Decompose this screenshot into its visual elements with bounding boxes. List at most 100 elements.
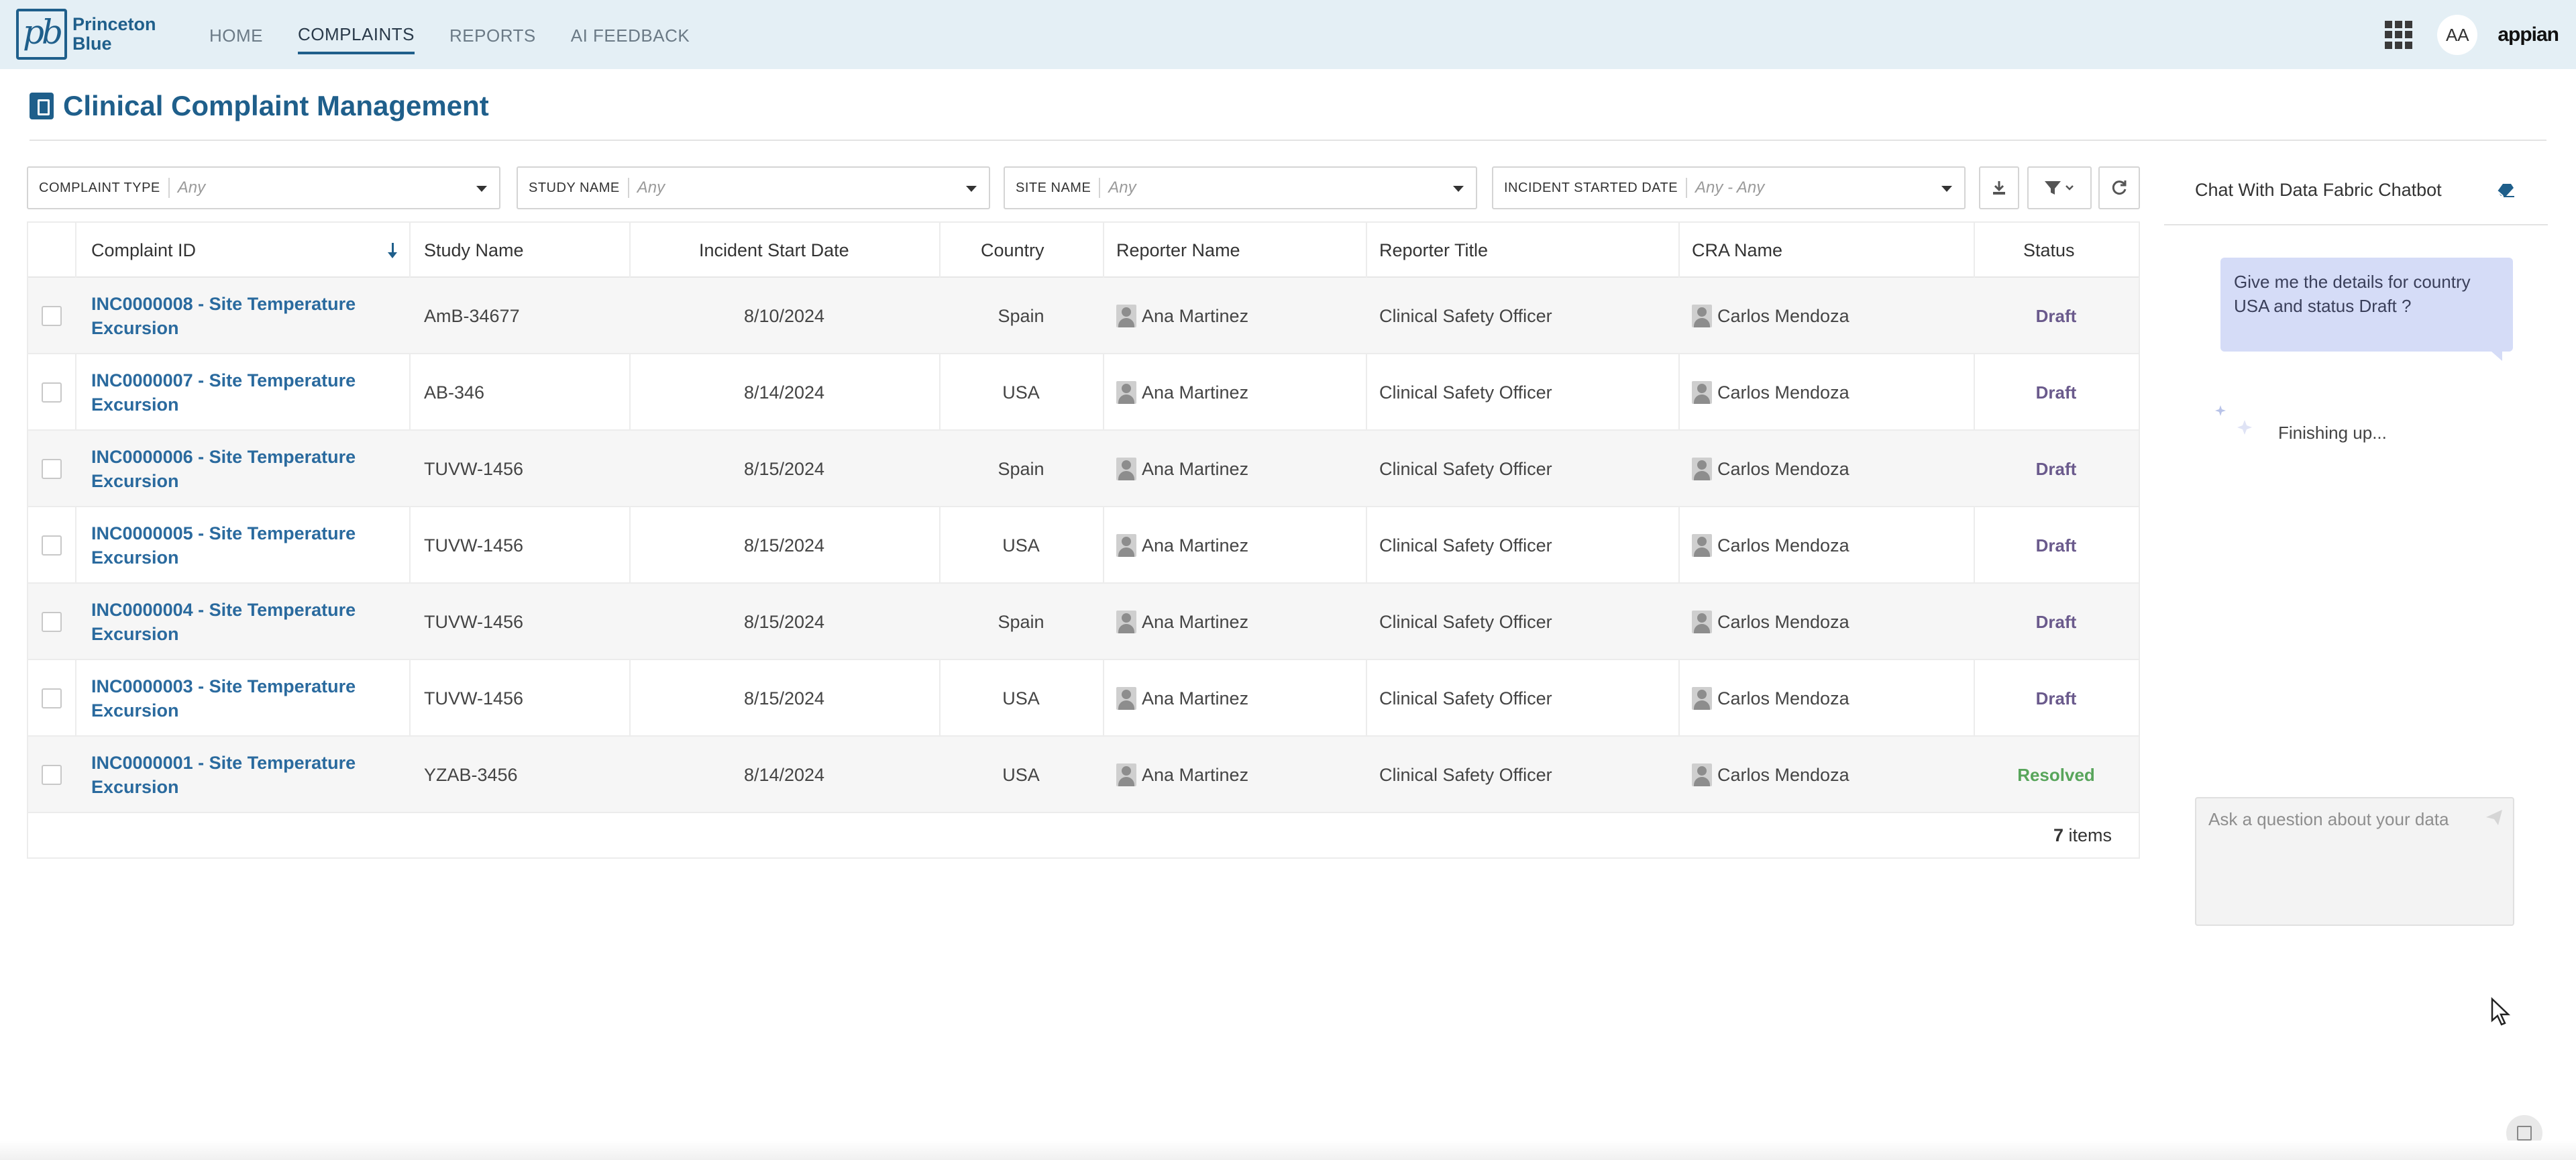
reporter-name: Ana Martinez (1142, 688, 1249, 708)
complaint-id-line2[interactable]: Excursion (91, 775, 356, 799)
reporter-name-cell: Ana Martinez (1116, 431, 1248, 507)
complaint-id-line1[interactable]: INC0000007 - Site Temperature (91, 368, 356, 392)
complaint-id-line1[interactable]: INC0000008 - Site Temperature (91, 292, 356, 316)
complaints-table: Complaint ID Study Name Incident Start D… (27, 221, 2140, 859)
user-icon (1116, 381, 1136, 404)
nav-reports[interactable]: REPORTS (449, 16, 536, 53)
reporter-name-cell: Ana Martinez (1116, 354, 1248, 431)
complaint-id-line1[interactable]: INC0000005 - Site Temperature (91, 521, 356, 545)
row-checkbox[interactable] (42, 765, 62, 785)
col-study-name[interactable]: Study Name (424, 223, 524, 278)
user-icon (1116, 763, 1136, 786)
cra-name: Carlos Mendoza (1717, 382, 1849, 403)
country-cell: USA (1002, 764, 1040, 785)
complaint-id-line1[interactable]: INC0000004 - Site Temperature (91, 598, 356, 622)
eraser-icon[interactable] (2497, 182, 2514, 197)
table-row: INC0000004 - Site Temperature Excursion T… (28, 584, 2139, 660)
complaint-id-line1[interactable]: INC0000006 - Site Temperature (91, 445, 356, 469)
reporter-name-cell: Ana Martinez (1116, 278, 1248, 354)
complaint-id-line2[interactable]: Excursion (91, 698, 356, 723)
col-reporter-title[interactable]: Reporter Title (1379, 223, 1488, 278)
download-button[interactable] (1979, 166, 2019, 209)
reporter-name-cell: Ana Martinez (1116, 660, 1248, 737)
complaint-book-icon (30, 93, 54, 119)
table-row: INC0000008 - Site Temperature Excursion A… (28, 278, 2139, 354)
row-checkbox[interactable] (42, 612, 62, 632)
row-checkbox[interactable] (42, 306, 62, 326)
user-icon (1692, 687, 1712, 710)
reporter-title-cell: Clinical Safety Officer (1379, 382, 1552, 403)
row-checkbox[interactable] (42, 535, 62, 556)
col-incident-start-date[interactable]: Incident Start Date (699, 223, 849, 278)
cra-name-cell: Carlos Mendoza (1692, 278, 1849, 354)
reporter-title-cell: Clinical Safety Officer (1379, 611, 1552, 632)
logo-line2: Blue (72, 34, 112, 54)
complaint-id-cell: INC0000008 - Site Temperature Excursion (91, 278, 400, 354)
complaint-id-line2[interactable]: Excursion (91, 622, 356, 646)
download-icon (1993, 181, 2005, 195)
sort-descending-icon[interactable] (388, 243, 397, 258)
chat-panel-title: Chat With Data Fabric Chatbot (2195, 180, 2442, 200)
col-cra-name[interactable]: CRA Name (1692, 223, 1782, 278)
status-badge: Draft (2035, 382, 2077, 403)
complaint-id-link[interactable]: INC0000007 - Site Temperature Excursion (91, 368, 356, 417)
complaint-id-link[interactable]: INC0000001 - Site Temperature Excursion (91, 751, 356, 799)
complaint-id-link[interactable]: INC0000008 - Site Temperature Excursion (91, 292, 356, 340)
complaint-id-line2[interactable]: Excursion (91, 469, 356, 493)
status-cell: Draft (1974, 507, 2139, 584)
status-cell: Draft (1974, 278, 2139, 354)
row-checkbox-cell (42, 431, 62, 507)
princeton-blue-logo[interactable]: pb Princeton Blue (16, 8, 157, 60)
complaint-id-line2[interactable]: Excursion (91, 316, 356, 340)
complaint-id-line1[interactable]: INC0000001 - Site Temperature (91, 751, 356, 775)
user-icon (1692, 763, 1712, 786)
reporter-name: Ana Martinez (1142, 535, 1249, 556)
chat-status-text: Finishing up... (2278, 423, 2387, 443)
filter-complaint-type[interactable]: COMPLAINT TYPE Any (27, 166, 500, 209)
refresh-button[interactable] (2098, 166, 2140, 209)
cra-name: Carlos Mendoza (1717, 688, 1849, 708)
filter-label: COMPLAINT TYPE (39, 178, 170, 198)
reporter-name: Ana Martinez (1142, 458, 1249, 479)
complaint-id-link[interactable]: INC0000005 - Site Temperature Excursion (91, 521, 356, 570)
row-checkbox-cell (42, 584, 62, 660)
status-cell: Draft (1974, 431, 2139, 507)
complaint-id-line1[interactable]: INC0000003 - Site Temperature (91, 674, 356, 698)
complaint-id-line2[interactable]: Excursion (91, 545, 356, 570)
col-country[interactable]: Country (981, 223, 1044, 278)
user-icon (1116, 611, 1136, 633)
nav-ai-feedback[interactable]: AI FEEDBACK (571, 16, 690, 53)
complaint-id-link[interactable]: INC0000006 - Site Temperature Excursion (91, 445, 356, 493)
capture-icon (2517, 1126, 2532, 1141)
appian-logo: appian (2498, 23, 2559, 46)
complaint-id-cell: INC0000006 - Site Temperature Excursion (91, 431, 400, 507)
col-reporter-name[interactable]: Reporter Name (1116, 223, 1240, 278)
filter-incident-started-date[interactable]: INCIDENT STARTED DATE Any - Any (1492, 166, 1966, 209)
send-icon[interactable] (2485, 808, 2504, 827)
row-checkbox[interactable] (42, 459, 62, 479)
study-name-cell: TUVW-1456 (424, 535, 524, 556)
status-cell: Draft (1974, 660, 2139, 737)
main-nav: HOME COMPLAINTS REPORTS AI FEEDBACK (209, 0, 724, 69)
chat-divider (2164, 224, 2548, 225)
ai-spark-icon (2215, 405, 2252, 435)
col-complaint-id[interactable]: Complaint ID (91, 223, 196, 278)
nav-home[interactable]: HOME (209, 16, 263, 53)
user-avatar[interactable]: AA (2437, 15, 2478, 55)
row-checkbox[interactable] (42, 382, 62, 403)
col-status[interactable]: Status (2023, 223, 2075, 278)
complaint-id-link[interactable]: INC0000003 - Site Temperature Excursion (91, 674, 356, 723)
chevron-down-icon (476, 186, 487, 192)
filter-site-name[interactable]: SITE NAME Any (1004, 166, 1477, 209)
row-checkbox[interactable] (42, 688, 62, 708)
complaint-id-link[interactable]: INC0000004 - Site Temperature Excursion (91, 598, 356, 646)
complaint-id-line2[interactable]: Excursion (91, 392, 356, 417)
filter-study-name[interactable]: STUDY NAME Any (517, 166, 990, 209)
chat-question-input[interactable]: Ask a question about your data (2195, 797, 2514, 926)
app-grid-icon[interactable] (2385, 21, 2413, 49)
status-cell: Resolved (1974, 737, 2139, 813)
complaint-id-cell: INC0000003 - Site Temperature Excursion (91, 660, 400, 737)
filter-menu-button[interactable] (2027, 166, 2092, 209)
table-row: INC0000007 - Site Temperature Excursion A… (28, 354, 2139, 431)
nav-complaints[interactable]: COMPLAINTS (298, 15, 415, 54)
